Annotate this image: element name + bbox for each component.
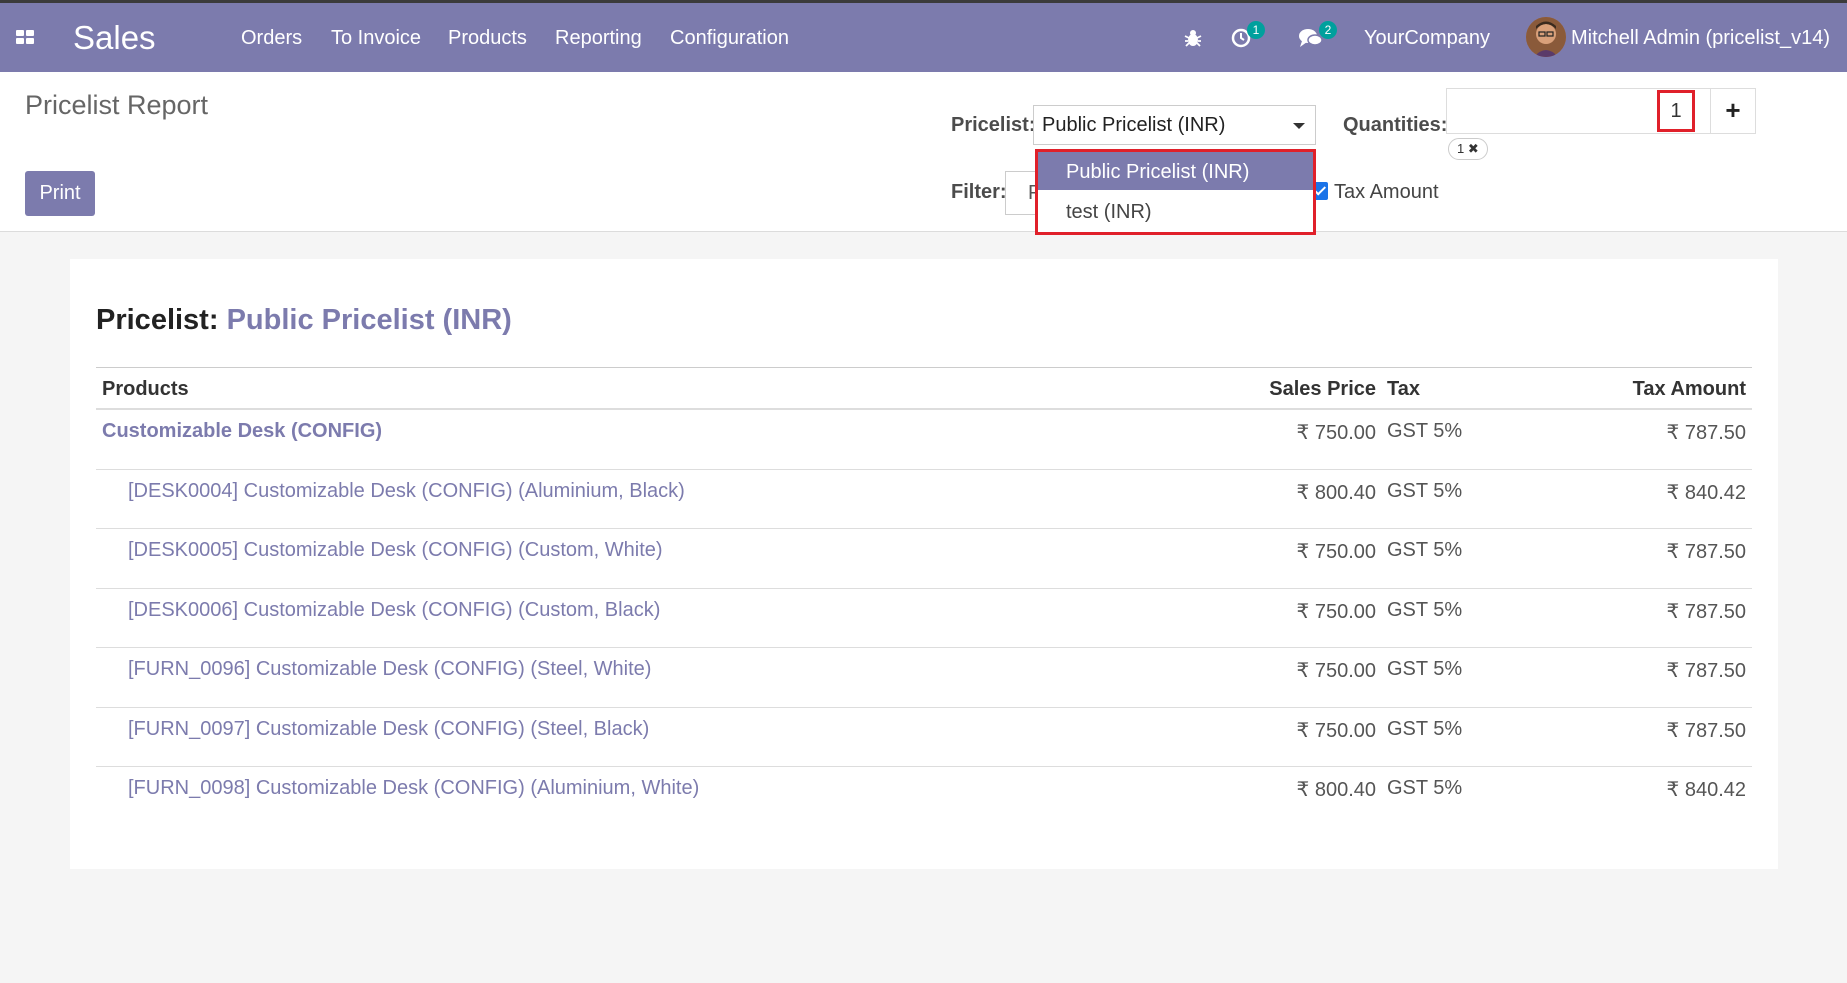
activity-clock-icon[interactable]: 1 — [1231, 21, 1265, 51]
product-link[interactable]: Customizable Desk (CONFIG) — [102, 420, 382, 443]
product-link[interactable]: [DESK0004] Customizable Desk (CONFIG) (A… — [128, 480, 685, 503]
tax-name: GST 5% — [1387, 420, 1463, 442]
messages-chat-icon[interactable]: 2 — [1298, 21, 1337, 51]
tax-name: GST 5% — [1387, 479, 1463, 502]
filter-label: Filter: — [951, 181, 1007, 203]
report-sheet: Pricelist: Public Pricelist (INR) Produc… — [70, 259, 1778, 869]
report-title-pricelist: Public Pricelist (INR) — [226, 304, 512, 336]
print-button[interactable]: Print — [25, 171, 95, 216]
tax-name: GST 5% — [1387, 658, 1463, 680]
table-row: [FURN_0097] Customizable Desk (CONFIG) (… — [96, 708, 1752, 767]
app-name[interactable]: Sales — [73, 19, 156, 57]
menu-products[interactable]: Products — [448, 27, 527, 50]
pricelist-select[interactable]: Public Pricelist (INR) — [1033, 105, 1316, 145]
table-row: [DESK0004] Customizable Desk (CONFIG) (A… — [96, 470, 1752, 529]
col-sales-price: Sales Price — [1269, 378, 1376, 400]
quantity-value-field[interactable]: 1 — [1657, 90, 1695, 132]
table-row: [FURN_0098] Customizable Desk (CONFIG) (… — [96, 767, 1752, 827]
apps-menu-icon[interactable] — [16, 30, 34, 44]
menu-to-invoice[interactable]: To Invoice — [331, 27, 421, 50]
control-panel: Pricelist Report Print Pricelist: Public… — [0, 72, 1847, 235]
table-row: [DESK0005] Customizable Desk (CONFIG) (C… — [96, 529, 1752, 589]
tax-amount: ₹ 787.50 — [1666, 600, 1746, 623]
col-products: Products — [102, 378, 189, 400]
company-switcher[interactable]: YourCompany — [1364, 27, 1490, 50]
col-tax: Tax — [1387, 378, 1420, 400]
tax-amount: ₹ 840.42 — [1666, 481, 1746, 504]
add-quantity-button[interactable]: + — [1710, 88, 1756, 134]
pricelist-dropdown: Public Pricelist (INR) test (INR) — [1035, 149, 1316, 235]
pricelist-label: Pricelist: — [951, 114, 1036, 136]
tax-name: GST 5% — [1387, 777, 1463, 799]
sales-price: ₹ 750.00 — [1296, 541, 1376, 563]
report-title-prefix: Pricelist: — [96, 304, 219, 336]
tax-amount: ₹ 787.50 — [1666, 660, 1746, 682]
col-tax-amount: Tax Amount — [1632, 378, 1746, 400]
product-link[interactable]: [DESK0006] Customizable Desk (CONFIG) (C… — [128, 599, 660, 622]
user-avatar[interactable] — [1526, 17, 1566, 57]
tax-amount: ₹ 787.50 — [1666, 541, 1746, 563]
report-title: Pricelist: Public Pricelist (INR) — [96, 304, 512, 337]
dropdown-option-public-pricelist[interactable]: Public Pricelist (INR) — [1038, 152, 1313, 190]
page-title: Pricelist Report — [25, 90, 209, 120]
product-link[interactable]: [FURN_0098] Customizable Desk (CONFIG) (… — [128, 777, 699, 800]
quantities-label: Quantities: — [1343, 114, 1448, 136]
sales-price: ₹ 750.00 — [1296, 660, 1376, 682]
product-link[interactable]: [DESK0005] Customizable Desk (CONFIG) (C… — [128, 539, 663, 562]
menu-orders[interactable]: Orders — [241, 27, 302, 50]
debug-bug-icon[interactable] — [1182, 27, 1206, 51]
pricelist-select-value: Public Pricelist (INR) — [1042, 114, 1226, 136]
pricelist-table: Products Sales Price Tax Tax Amount Cust… — [96, 367, 1752, 827]
activity-badge: 1 — [1247, 21, 1265, 39]
user-menu[interactable]: Mitchell Admin (pricelist_v14) — [1571, 27, 1830, 50]
sales-price: ₹ 750.00 — [1296, 719, 1376, 742]
messages-badge: 2 — [1319, 21, 1337, 39]
sales-price: ₹ 800.40 — [1296, 481, 1376, 504]
dropdown-option-test[interactable]: test (INR) — [1038, 192, 1313, 230]
table-row: Customizable Desk (CONFIG) ₹ 750.00 GST … — [96, 410, 1752, 470]
tax-amount: ₹ 840.42 — [1666, 779, 1746, 801]
table-row: [FURN_0096] Customizable Desk (CONFIG) (… — [96, 648, 1752, 708]
tax-amount: ₹ 787.50 — [1666, 719, 1746, 742]
product-link[interactable]: [FURN_0096] Customizable Desk (CONFIG) (… — [128, 658, 651, 681]
tax-amount-label: Tax Amount — [1334, 181, 1439, 203]
tax-amount: ₹ 787.50 — [1666, 422, 1746, 444]
menu-configuration[interactable]: Configuration — [670, 27, 789, 50]
chevron-down-icon — [1293, 123, 1305, 129]
table-row: [DESK0006] Customizable Desk (CONFIG) (C… — [96, 589, 1752, 648]
quantity-chip[interactable]: 1 ✖ — [1448, 138, 1488, 160]
table-header: Products Sales Price Tax Tax Amount — [96, 368, 1752, 410]
tax-name: GST 5% — [1387, 598, 1463, 621]
menu-reporting[interactable]: Reporting — [555, 27, 642, 50]
sales-price: ₹ 800.40 — [1296, 779, 1376, 801]
tax-name: GST 5% — [1387, 717, 1463, 740]
sales-price: ₹ 750.00 — [1296, 600, 1376, 623]
top-navbar: Sales Orders To Invoice Products Reporti… — [0, 0, 1847, 72]
sales-price: ₹ 750.00 — [1296, 422, 1376, 444]
product-link[interactable]: [FURN_0097] Customizable Desk (CONFIG) (… — [128, 718, 649, 741]
tax-name: GST 5% — [1387, 539, 1463, 561]
